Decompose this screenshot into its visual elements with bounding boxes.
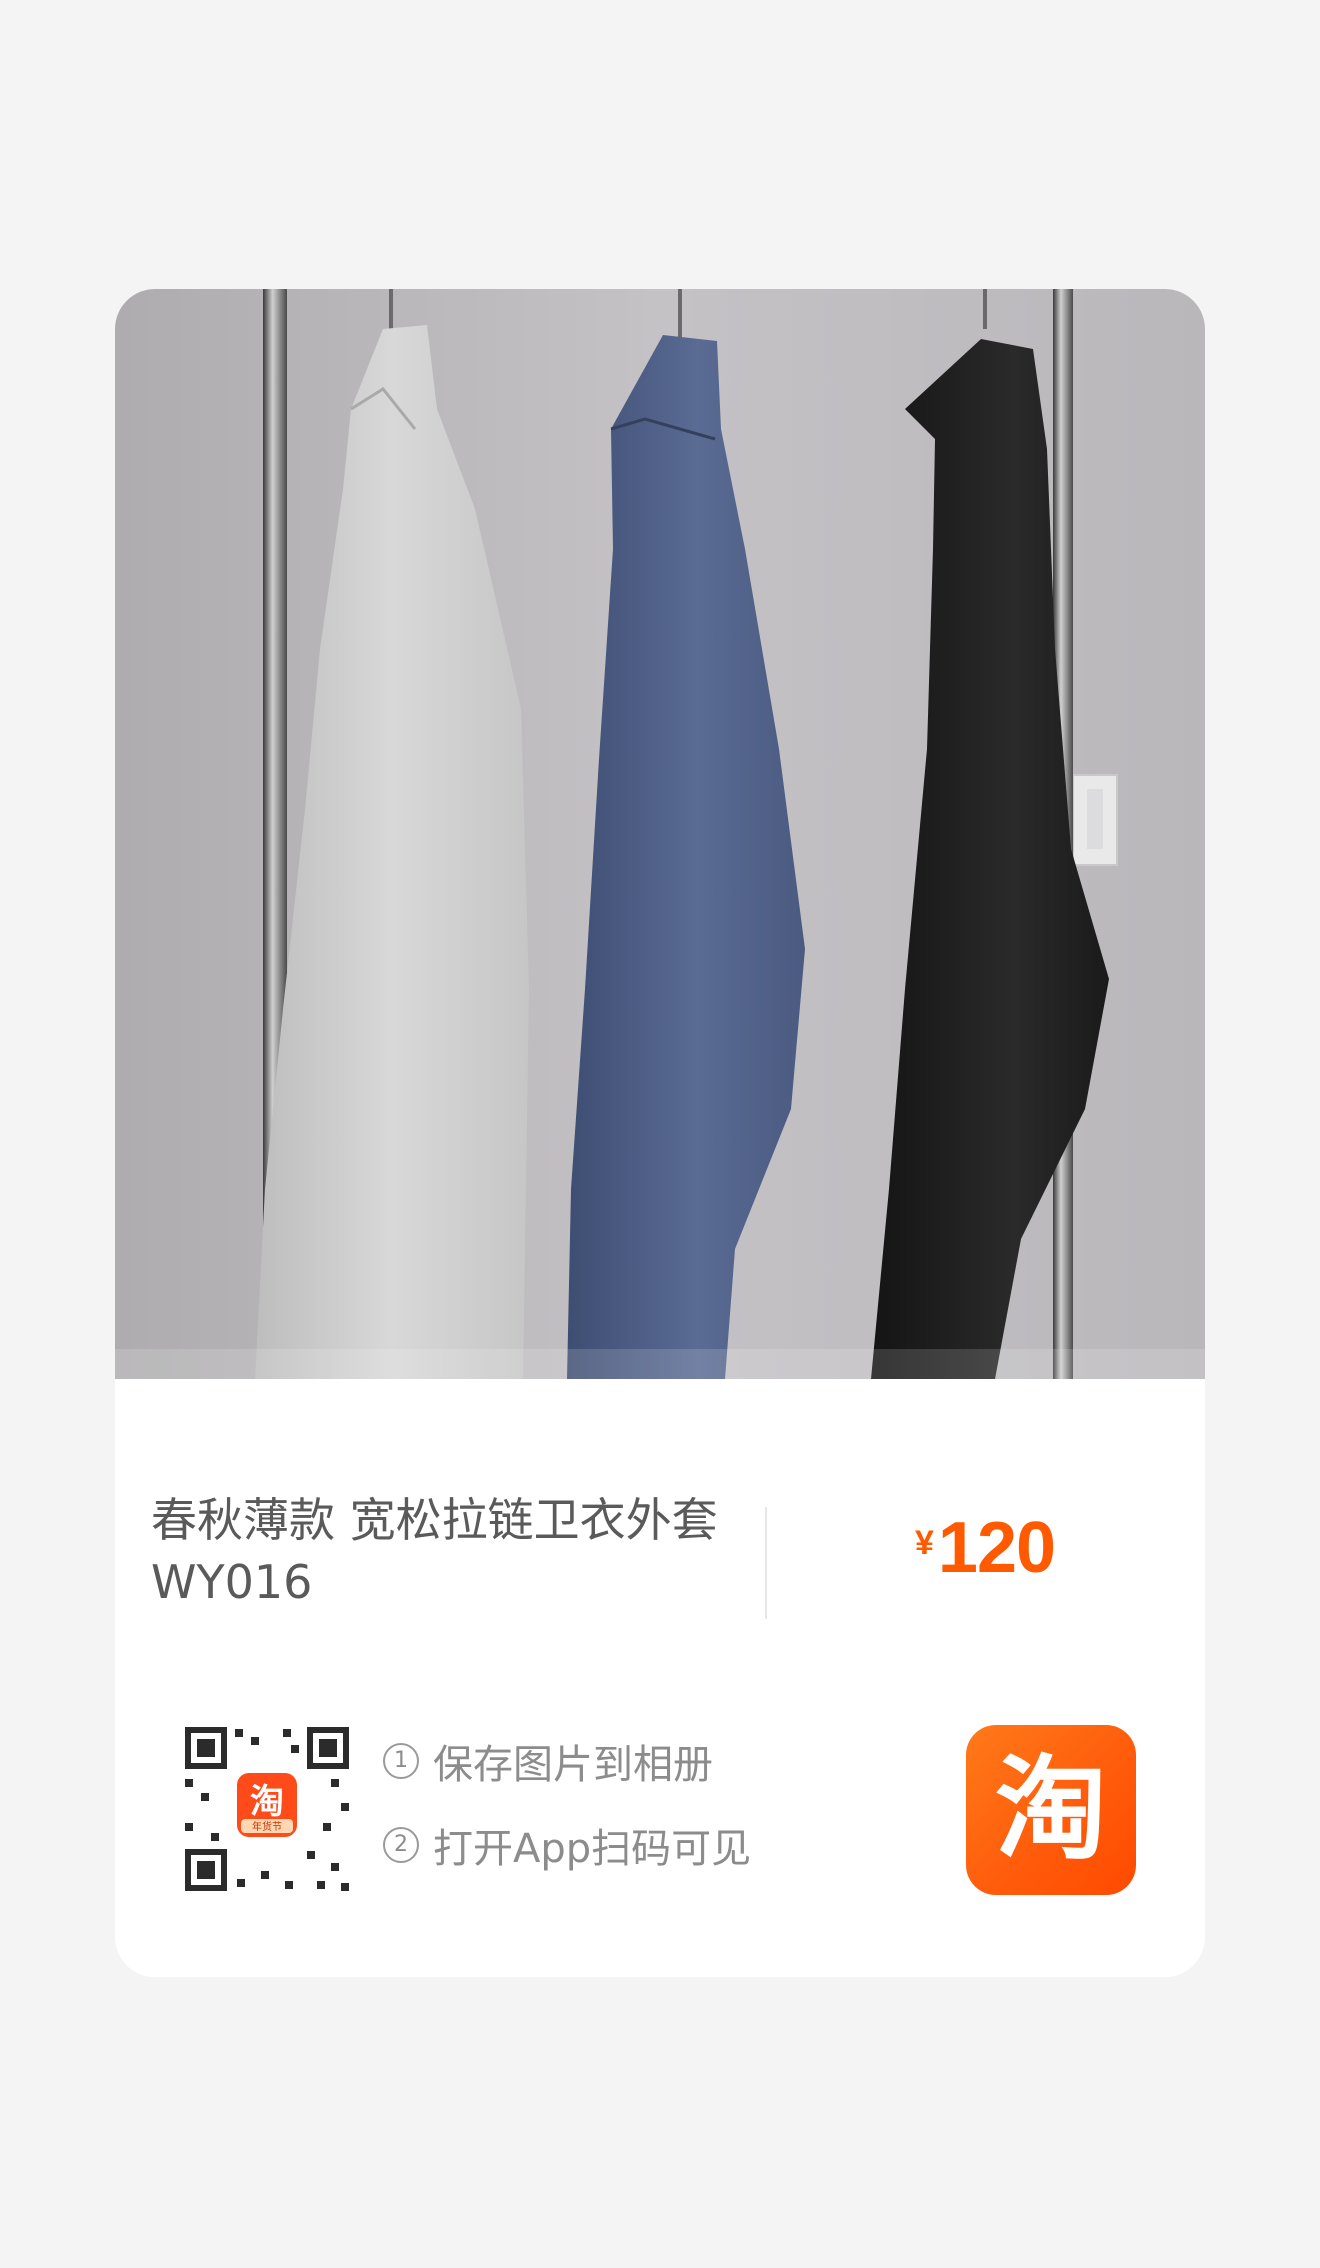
- step-number-icon: 1: [383, 1743, 419, 1779]
- currency-symbol: ¥: [915, 1524, 934, 1562]
- step-item: 2 打开App扫码可见: [383, 1813, 751, 1877]
- step-item: 1 保存图片到相册: [383, 1729, 751, 1793]
- scan-instructions: 1 保存图片到相册 2 打开App扫码可见: [383, 1729, 751, 1897]
- step-number-icon: 2: [383, 1827, 419, 1863]
- product-title: 春秋薄款 宽松拉链卫衣外套 WY016: [151, 1493, 718, 1609]
- qr-badge-glyph: 淘: [250, 1782, 284, 1822]
- product-info-panel: 春秋薄款 宽松拉链卫衣外套 WY016 ¥120 淘 年货节 1 保存图片到相册…: [115, 1379, 1205, 1977]
- price-amount: 120: [937, 1508, 1056, 1588]
- step-text: 保存图片到相册: [433, 1742, 713, 1788]
- taobao-logo-icon[interactable]: 淘: [966, 1725, 1136, 1895]
- product-share-card: 春秋薄款 宽松拉链卫衣外套 WY016 ¥120 淘 年货节 1 保存图片到相册…: [115, 289, 1205, 1977]
- qr-code-icon[interactable]: 淘 年货节: [181, 1723, 353, 1895]
- product-price: ¥120: [915, 1507, 1056, 1589]
- divider: [765, 1507, 767, 1619]
- taobao-logo-glyph: 淘: [995, 1745, 1107, 1875]
- qr-badge-sub: 年货节: [252, 1820, 282, 1833]
- step-text: 打开App扫码可见: [433, 1826, 752, 1872]
- product-image[interactable]: [115, 289, 1205, 1379]
